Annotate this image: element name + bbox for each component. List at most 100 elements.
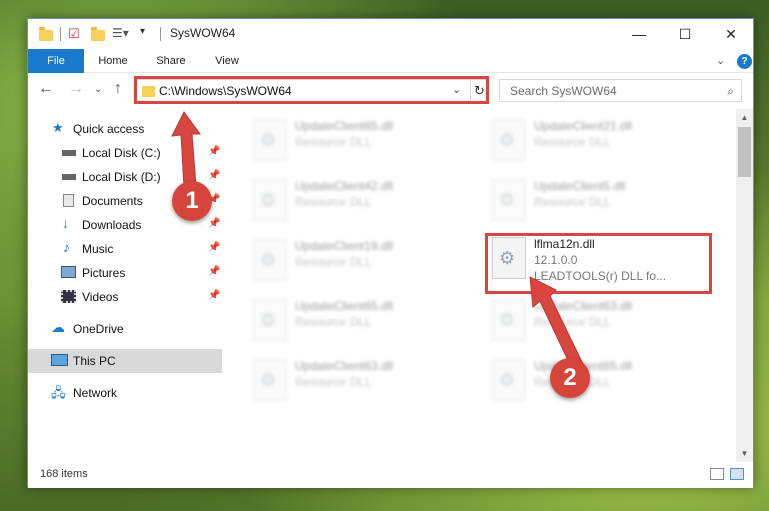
details-view-icon[interactable] [710, 468, 724, 480]
dll-file-icon [253, 119, 287, 161]
vertical-scrollbar[interactable]: ▲ ▼ [736, 109, 753, 462]
pin-icon[interactable]: 📌 [208, 146, 220, 157]
list-item[interactable]: UpdateClient63.dll Resource DLL [247, 355, 467, 405]
dll-file-icon [253, 239, 287, 281]
pin-icon[interactable]: 📌 [208, 290, 220, 301]
recent-locations-chevron-icon[interactable]: ⌄ [94, 84, 102, 95]
sidebar-item-this-pc[interactable]: This PC [28, 349, 222, 373]
list-item[interactable]: UpdateClient65.dll Resource DLL [486, 355, 706, 405]
pin-icon[interactable]: 📌 [208, 218, 220, 229]
search-icon[interactable]: ⌕ [727, 84, 734, 99]
sidebar-item-label: Videos [82, 290, 119, 304]
sidebar-item-videos[interactable]: Videos 📌 [28, 285, 222, 309]
film-icon [61, 290, 76, 303]
file-type: Resource DLL [534, 315, 611, 329]
download-arrow-icon: ↓ [62, 215, 69, 231]
quick-access-dropdown-icon[interactable]: ▾ [140, 26, 156, 42]
forward-arrow-icon[interactable]: → [68, 80, 84, 98]
file-type: Resource DLL [295, 375, 372, 389]
file-type: Resource DLL [295, 315, 372, 329]
maximize-button[interactable]: ☐ [662, 19, 708, 49]
tab-home[interactable]: Home [88, 49, 138, 73]
sidebar-item-label: Quick access [73, 122, 145, 136]
new-folder-icon[interactable] [90, 26, 106, 42]
sidebar-item-label: Local Disk (C:) [82, 146, 161, 160]
list-item[interactable]: UpdateClient65.dll Resource DLL [247, 115, 467, 165]
file-type: Resource DLL [295, 135, 372, 149]
star-icon: ★ [52, 120, 64, 135]
address-bar-highlight [134, 76, 489, 104]
pin-icon[interactable]: 📌 [208, 170, 220, 181]
step-1-badge: 1 [172, 181, 212, 221]
monitor-icon [51, 354, 68, 366]
close-button[interactable]: ✕ [708, 19, 754, 49]
list-item[interactable]: UpdateClient63.dll Resource DLL [486, 295, 706, 345]
list-item[interactable]: UpdateClient42.dll Resource DLL [247, 175, 467, 225]
dll-file-icon [492, 179, 526, 221]
music-note-icon: ♪ [63, 239, 70, 255]
tab-file[interactable]: File [28, 49, 84, 73]
pin-icon[interactable]: 📌 [208, 242, 220, 253]
divider [60, 27, 61, 41]
file-type: Resource DLL [295, 195, 372, 209]
scrollbar-thumb[interactable] [738, 127, 751, 177]
step-2-badge: 2 [550, 358, 590, 398]
expand-ribbon-icon[interactable]: ⌄ [716, 54, 725, 67]
sidebar-item-music[interactable]: ♪ Music 📌 [28, 237, 222, 261]
network-icon: 🖧 [51, 385, 66, 400]
dll-file-icon [492, 299, 526, 341]
minimize-button[interactable]: — [616, 19, 662, 49]
drive-icon [62, 174, 76, 180]
file-name: UpdateClient63.dll [295, 359, 394, 373]
list-item[interactable]: UpdateClient19.dll Resource DLL [247, 235, 467, 285]
file-name: UpdateClient42.dll [295, 179, 394, 193]
sidebar-item-label: Pictures [82, 266, 126, 280]
dll-file-icon [253, 359, 287, 401]
pin-icon[interactable]: 📌 [208, 266, 220, 277]
properties-check-icon[interactable]: ☑ [68, 26, 84, 42]
sidebar-item-onedrive[interactable]: ☁ OneDrive [28, 317, 222, 341]
file-type: Resource DLL [534, 195, 611, 209]
sidebar-item-pictures[interactable]: Pictures 📌 [28, 261, 222, 285]
window-title: SysWOW64 [170, 26, 236, 40]
dll-file-icon [492, 119, 526, 161]
sidebar-item-network[interactable]: 🖧 Network [28, 381, 222, 405]
file-name: UpdateClient19.dll [295, 239, 394, 253]
navigation-pane: ★ Quick access Local Disk (C:) 📌 Local D… [28, 109, 222, 462]
file-name: UpdateClient5.dll [534, 179, 626, 193]
search-box[interactable]: Search SysWOW64 ⌕ [499, 79, 742, 102]
up-arrow-icon[interactable]: ↑ [114, 80, 122, 98]
file-name: UpdateClient21.dll [534, 119, 633, 133]
sidebar-item-label: This PC [73, 354, 116, 368]
scroll-up-icon[interactable]: ▲ [736, 109, 753, 126]
item-count: 168 items [40, 468, 88, 480]
back-arrow-icon[interactable]: ← [38, 80, 54, 98]
large-icons-view-icon[interactable] [730, 468, 744, 480]
list-item[interactable]: UpdateClient5.dll Resource DLL [486, 175, 706, 225]
tab-share[interactable]: Share [146, 49, 196, 73]
list-item[interactable]: UpdateClient65.dll Resource DLL [247, 295, 467, 345]
status-bar: 168 items [28, 462, 753, 488]
title-bar: ☑ ☰▾ ▾ SysWOW64 — ☐ ✕ [28, 19, 753, 49]
scroll-down-icon[interactable]: ▼ [736, 445, 753, 462]
sidebar-item-label: Local Disk (D:) [82, 170, 161, 184]
sidebar-item-quick-access[interactable]: ★ Quick access [28, 117, 222, 141]
divider [160, 27, 161, 41]
drive-icon [62, 150, 76, 156]
dll-file-icon [492, 359, 526, 401]
search-input[interactable]: Search SysWOW64 [510, 84, 617, 98]
tab-view[interactable]: View [204, 49, 250, 73]
customize-toolbar-icon[interactable]: ☰▾ [112, 26, 129, 42]
file-type: Resource DLL [295, 255, 372, 269]
documents-icon [63, 194, 74, 207]
file-name: UpdateClient63.dll [534, 299, 633, 313]
cloud-icon: ☁ [51, 319, 65, 335]
list-item[interactable]: UpdateClient21.dll Resource DLL [486, 115, 706, 165]
sidebar-item-label: Downloads [82, 218, 142, 232]
file-name: UpdateClient65.dll [295, 299, 394, 313]
ribbon-tabs: File Home Share View ⌄ ? [28, 49, 753, 73]
file-highlight [485, 233, 712, 294]
pictures-icon [61, 266, 76, 278]
help-button[interactable]: ? [737, 54, 752, 69]
sidebar-item-local-disk-c[interactable]: Local Disk (C:) 📌 [28, 141, 222, 165]
